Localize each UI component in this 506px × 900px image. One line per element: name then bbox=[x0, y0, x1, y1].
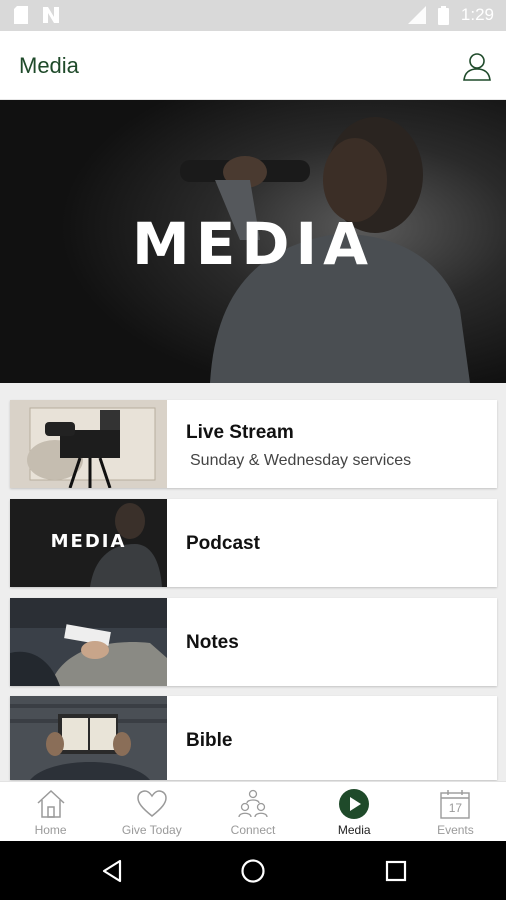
tab-media[interactable]: Media bbox=[304, 782, 405, 841]
home-circle-icon[interactable] bbox=[240, 858, 266, 884]
home-icon bbox=[37, 789, 65, 818]
system-nav-bar bbox=[0, 841, 506, 900]
signal-icon bbox=[407, 6, 426, 24]
item-label: Notes bbox=[186, 632, 239, 653]
item-label: Live Stream bbox=[186, 422, 294, 443]
heart-icon bbox=[137, 790, 167, 817]
battery-icon bbox=[437, 5, 449, 25]
calendar-icon: 17 bbox=[439, 788, 471, 820]
hero-banner: MEDIA bbox=[0, 100, 506, 383]
bible-thumbnail bbox=[10, 696, 167, 780]
list-item-live-stream[interactable]: Live Stream Sunday & Wednesday services bbox=[10, 400, 497, 488]
live-stream-thumbnail bbox=[10, 400, 167, 488]
item-subtitle: Sunday & Wednesday services bbox=[190, 452, 412, 469]
tab-label: Connect bbox=[230, 823, 276, 837]
tab-connect[interactable]: Connect bbox=[202, 782, 303, 841]
bottom-tab-bar: Home Give Today Connect Media 17 Events bbox=[0, 781, 506, 841]
tab-label: Home bbox=[34, 823, 67, 837]
item-label: Bible bbox=[186, 730, 233, 751]
tab-label: Media bbox=[337, 823, 371, 837]
status-bar: 1:29 bbox=[0, 0, 506, 31]
tab-label: Give Today bbox=[121, 823, 182, 837]
list-item-notes[interactable]: Notes bbox=[10, 598, 497, 686]
tab-events[interactable]: 17 Events bbox=[405, 782, 506, 841]
app-bar: Media bbox=[0, 31, 506, 100]
hero-title: MEDIA bbox=[132, 210, 374, 278]
podcast-thumb-title: MEDIA bbox=[50, 531, 127, 552]
recent-apps-icon[interactable] bbox=[385, 860, 407, 882]
sd-card-icon bbox=[14, 6, 28, 24]
notes-thumbnail bbox=[10, 598, 167, 686]
page-title: Media bbox=[19, 53, 79, 78]
tab-label: Events bbox=[437, 823, 474, 837]
people-icon bbox=[238, 789, 268, 818]
calendar-date: 17 bbox=[448, 801, 463, 815]
list-item-podcast[interactable]: MEDIA Podcast bbox=[10, 499, 497, 587]
list-item-bible[interactable]: Bible bbox=[10, 696, 497, 780]
user-profile-icon[interactable] bbox=[462, 51, 492, 81]
play-icon bbox=[339, 789, 370, 819]
tab-home[interactable]: Home bbox=[0, 782, 101, 841]
back-icon[interactable] bbox=[100, 859, 124, 883]
status-time: 1:29 bbox=[460, 5, 494, 24]
item-label: Podcast bbox=[186, 533, 260, 554]
tab-give-today[interactable]: Give Today bbox=[101, 782, 202, 841]
podcast-thumbnail: MEDIA bbox=[10, 499, 167, 587]
n-notification-icon bbox=[43, 7, 59, 23]
